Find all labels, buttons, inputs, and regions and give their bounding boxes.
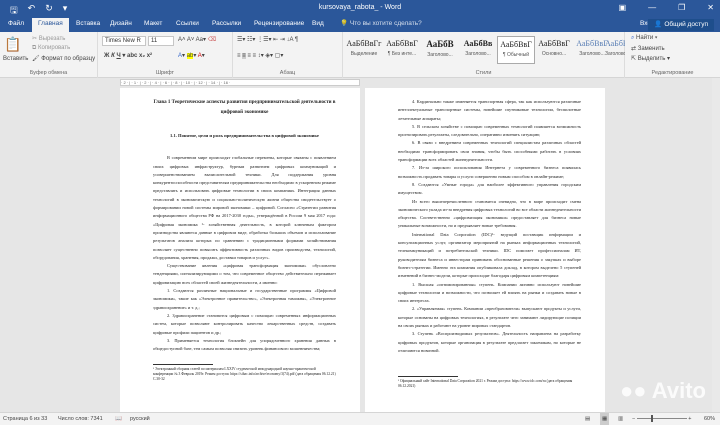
status-bar: Страница 6 из 33 Число слов: 7341 📖 русс…	[0, 412, 720, 425]
editing-group-label: Редактирование	[651, 70, 694, 76]
zoom-slider-thumb[interactable]	[650, 415, 653, 423]
style-item[interactable]: АаБбВеГгЗаголово...	[605, 36, 625, 64]
copy-button[interactable]: ⧉ Копировать	[32, 45, 70, 52]
paragraph: 3. Применяется технология блокчейн для у…	[153, 337, 336, 352]
font-name-select[interactable]: Times New R	[102, 36, 146, 46]
paragraph: 2. «Управляемая» ступень. Компании «прео…	[398, 306, 581, 329]
document-page[interactable]: 4. Кардинально также изменяется транспор…	[365, 88, 605, 412]
tell-me-search[interactable]: 💡 Что вы хотите сделать?	[334, 18, 428, 32]
avito-watermark: ●● Avito	[619, 378, 706, 403]
alignment-buttons[interactable]: ≡ ≡ ≡ ≡ ↕▾ ◈▾ ▢▾	[237, 52, 283, 59]
editing-group: ⌕ Найти ▾ ⇄ Заменить ⇱ Выделить ▾ Редакт…	[625, 32, 720, 78]
proofing-icon[interactable]: 📖	[115, 413, 122, 425]
tab-home[interactable]: Главная	[32, 18, 69, 32]
font-format-buttons[interactable]: Ж К Ч ▾ abc x₂ x²	[104, 52, 152, 59]
style-item[interactable]: АаБбВ Заголово...	[421, 36, 459, 64]
window-title: kursovaya_rabota_ - Word	[318, 4, 402, 11]
list-buttons[interactable]: ☰▾ ☷▾ ⋮☰▾ ⇤ ⇥ ↓A ¶	[237, 36, 298, 43]
document-page[interactable]: Глава 1 Теоретические аспекты развития п…	[120, 88, 360, 412]
horizontal-ruler[interactable]: · 2 · | · 1 · | · 2 · | · 4 · | · 6 · | …	[120, 79, 360, 86]
styles-group-label: Стили	[475, 70, 492, 76]
find-button[interactable]: ⌕ Найти ▾	[631, 35, 657, 42]
search-icon: ⌕	[631, 35, 635, 41]
select-button[interactable]: ⇱ Выделить ▾	[631, 55, 670, 62]
font-size-buttons[interactable]: A˄ A˅ Aa▾ ⌫	[178, 36, 216, 43]
word-count[interactable]: Число слов: 7341	[58, 413, 103, 425]
tab-layout[interactable]: Макет	[138, 18, 168, 32]
font-size-select[interactable]: 11	[148, 36, 174, 46]
ribbon-tabs: Файл Главная Вставка Дизайн Макет Ссылки…	[0, 18, 720, 32]
paragraph-group: ☰▾ ☷▾ ⋮☰▾ ⇤ ⇥ ↓A ¶ ≡ ≡ ≡ ≡ ↕▾ ◈▾ ▢▾ Абза…	[233, 32, 343, 78]
paragraph: International Data Corporation (IDC)¹- в…	[398, 231, 581, 279]
style-item[interactable]: АаБбВвГ Основно...	[535, 36, 573, 64]
paste-button[interactable]: Вставить	[3, 56, 28, 62]
person-icon: 👤	[654, 21, 663, 28]
minimize-button[interactable]: —	[648, 3, 656, 12]
lightbulb-icon: 💡	[340, 20, 349, 27]
font-group-label: Шрифт	[155, 70, 175, 76]
paragraph: 1. Создаются различные национальные и го…	[153, 288, 336, 310]
style-item[interactable]: АаБбВвГ ¶ Без инте...	[383, 36, 421, 64]
title-bar: 🖫 ↶ ↻ ▾ kursovaya_rabota_ - Word ▣ — ❐ ✕	[0, 0, 720, 18]
tab-view[interactable]: Вид	[306, 18, 330, 32]
paragraph: В современном мире происходят глобальные…	[153, 155, 336, 260]
tab-insert[interactable]: Вставка	[70, 18, 106, 32]
clipboard-group: 📋 Вставить ✂ Вырезать ⧉ Копировать 🖌 Фор…	[0, 32, 98, 78]
paragraph: 2. Здравоохранение становится цифровым с…	[153, 312, 336, 335]
cursor-icon: ⇱	[631, 56, 637, 62]
footnote: ¹ Электронный сборник статей по материал…	[153, 364, 336, 382]
ribbon-display-icon[interactable]: ▣	[619, 3, 627, 12]
font-color-buttons[interactable]: A▾ ab▾ A▾	[178, 52, 205, 59]
tab-references[interactable]: Ссылки	[170, 18, 205, 32]
paragraph: 8. Создаются «Умные города» для наиболее…	[398, 181, 581, 196]
vertical-scrollbar[interactable]	[712, 78, 720, 412]
restore-button[interactable]: ❐	[678, 3, 685, 12]
close-button[interactable]: ✕	[707, 3, 714, 12]
replace-button[interactable]: ⇄ Заменить	[631, 45, 665, 52]
format-painter-button[interactable]: 🖌 Формат по образцу	[32, 55, 95, 62]
style-item[interactable]: АаБбВвГг Выделение	[345, 36, 383, 64]
style-item-selected[interactable]: АаБбВвГ ¶ Обычный	[497, 36, 535, 64]
read-mode-icon[interactable]: ▤	[585, 413, 590, 425]
section-heading: 1.1. Понятие, цели и роль предпринимател…	[170, 133, 319, 138]
paragraph: 5. В сельском хозяйстве с помощью соврем…	[398, 123, 581, 138]
paragraph: Существование явления «цифровая трансфор…	[153, 263, 336, 285]
print-layout-icon[interactable]: ▦	[600, 413, 610, 425]
share-button[interactable]: 👤 Общий доступ	[648, 19, 714, 31]
tab-review[interactable]: Рецензирование	[248, 18, 310, 32]
paragraph: 4. Кардинально также изменяется транспор…	[398, 99, 581, 121]
replace-icon: ⇄	[631, 46, 637, 52]
web-layout-icon[interactable]: ▥	[618, 413, 623, 425]
paste-icon: 📋	[4, 36, 22, 52]
paragraph: 3. Ступень «Воспроизводимых результатов»…	[398, 331, 581, 353]
paragraph: Из всего вышеперечисленного становится о…	[398, 198, 581, 229]
styles-group: АаБбВвГг Выделение АаБбВвГ ¶ Без инте... А…	[343, 32, 625, 78]
font-group: Times New R 11 A˄ A˅ Aa▾ ⌫ Ж К Ч ▾ abc x…	[98, 32, 233, 78]
tab-file[interactable]: Файл	[2, 18, 30, 32]
language[interactable]: русский	[130, 413, 150, 425]
paragraph-group-label: Абзац	[279, 70, 296, 76]
zoom-slider[interactable]: − +	[632, 413, 698, 425]
footnote: ¹ Официальный сайт International Data Co…	[398, 376, 581, 389]
tab-design[interactable]: Дизайн	[104, 18, 138, 32]
cut-button[interactable]: ✂ Вырезать	[32, 35, 65, 42]
zoom-level[interactable]: 60%	[704, 413, 715, 425]
page-count[interactable]: Страница 6 из 33	[3, 413, 47, 425]
clipboard-group-label: Буфер обмена	[29, 70, 68, 76]
ribbon: 📋 Вставить ✂ Вырезать ⧉ Копировать 🖌 Фор…	[0, 32, 720, 78]
paragraph: 6. В связи с внедрением современных техн…	[398, 140, 581, 163]
paragraph: 1. Высшая «оптимизированная» ступень. Ко…	[398, 281, 581, 304]
paragraph: 7. Из-за широкого использования Интернет…	[398, 165, 581, 179]
style-item[interactable]: АаБбВв Заголово...	[459, 36, 497, 64]
chapter-heading: Глава 1 Теоретические аспекты развития п…	[153, 100, 336, 115]
tab-mailings[interactable]: Рассылки	[206, 18, 247, 32]
